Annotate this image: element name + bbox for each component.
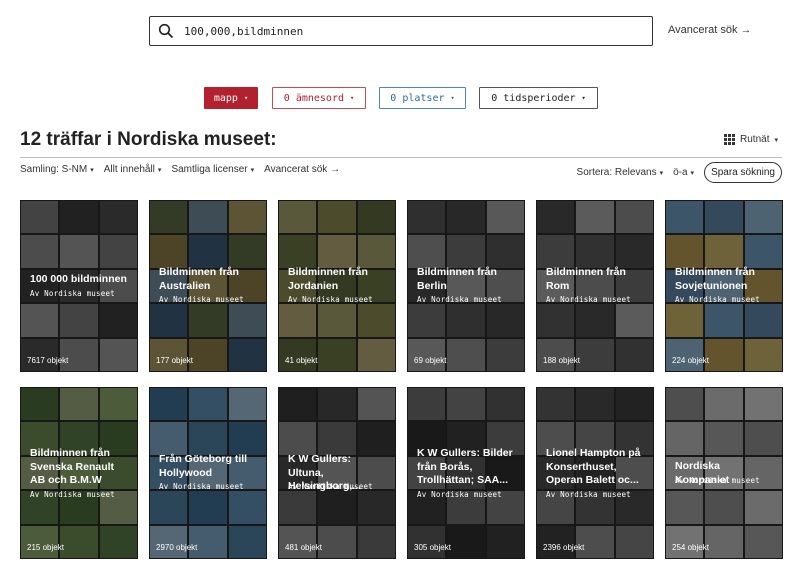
card-title[interactable]: Bildminnen från Sovjetunionen (675, 266, 775, 293)
chevron-down-icon: ▾ (690, 170, 695, 177)
search-box[interactable] (149, 16, 653, 46)
card-title[interactable]: Bildminnen från Jordanien (288, 266, 388, 293)
chevron-down-icon: ▾ (659, 170, 664, 177)
card-author: Av Nordiska museet (159, 482, 244, 492)
card-author: Av Nordiska museet (30, 489, 115, 499)
card-count: 177 objekt (156, 356, 193, 365)
filter-tidsperioder-label: 0 tidsperioder (491, 92, 576, 104)
filter-samling[interactable]: Samling: S-NM ▾ (20, 164, 94, 175)
card-author: Av Nordiska museet (546, 489, 631, 499)
filter-tidsperioder[interactable]: 0 tidsperioder ▾ (479, 87, 598, 109)
advanced-search-link[interactable]: Avancerat sök → (668, 24, 752, 36)
card-author: Av Nordiska museet (30, 288, 115, 298)
card-author: Av Nordiska museet (288, 295, 373, 305)
filter-amnesord[interactable]: 0 ämnesord ▾ (272, 87, 366, 109)
view-toggle[interactable]: Rutnät ▾ (724, 134, 778, 145)
search-icon (158, 23, 174, 39)
collection-card[interactable]: Bildminnen från Rom Av Nordiska museet 188… (536, 200, 654, 372)
card-author: Av Nordiska museet (159, 295, 244, 305)
chevron-down-icon: ▾ (350, 94, 355, 102)
card-count: 41 objekt (285, 356, 318, 365)
chevron-down-icon: ▾ (450, 94, 455, 102)
card-count: 224 objekt (672, 356, 709, 365)
card-title[interactable]: Bildminnen från Svenska Renault AB och B… (30, 447, 130, 488)
card-title[interactable]: Bildminnen från Rom (546, 266, 646, 293)
card-author: Av Nordiska museet (546, 295, 631, 305)
card-count: 215 objekt (27, 543, 64, 552)
filter-mapp[interactable]: mapp ▾ (204, 87, 258, 109)
search-input[interactable] (184, 24, 624, 38)
card-author: Av Nordiska museet (288, 482, 373, 492)
collection-card[interactable]: Lionel Hampton på Konserthuset, Operan B… (536, 387, 654, 559)
advanced-search-link-2[interactable]: Avancerat sök → (264, 164, 340, 175)
card-title[interactable]: Från Göteborg till Hollywood (159, 453, 259, 480)
collection-card[interactable]: K W Gullers: Ultuna, Helsingborg,... Av N… (278, 387, 396, 559)
view-label: Rutnät (740, 134, 770, 145)
card-title[interactable]: Lionel Hampton på Konserthuset, Operan B… (546, 447, 646, 488)
chevron-down-icon: ▾ (157, 167, 162, 174)
collection-card[interactable]: Bildminnen från Australien Av Nordiska mu… (149, 200, 267, 372)
card-count: 69 objekt (414, 356, 447, 365)
card-count: 188 objekt (543, 356, 580, 365)
filter-platser-label: 0 platser (390, 92, 445, 104)
chevron-down-icon: ▾ (250, 167, 255, 174)
collection-card[interactable]: Bildminnen från Berlin Av Nordiska museet… (407, 200, 525, 372)
filter-licenser[interactable]: Samtliga licenser ▾ (171, 164, 254, 175)
filter-amnesord-label: 0 ämnesord (283, 92, 344, 104)
card-title[interactable]: K W Gullers: Bilder från Borås, Trollhät… (417, 447, 517, 488)
card-title[interactable]: 100 000 bildminnen (30, 273, 130, 287)
card-count: 305 objekt (414, 543, 451, 552)
collection-card[interactable]: Från Göteborg till Hollywood Av Nordiska … (149, 387, 267, 559)
card-count: 254 objekt (672, 543, 709, 552)
collection-card[interactable]: 100 000 bildminnen Av Nordiska museet 7617… (20, 200, 138, 372)
chevron-down-icon: ▾ (90, 167, 94, 174)
order-select[interactable]: ö-a ▾ (673, 167, 694, 178)
collection-card[interactable]: Bildminnen från Svenska Renault AB och B… (20, 387, 138, 559)
chevron-down-icon: ▾ (581, 94, 586, 102)
card-title[interactable]: Bildminnen från Australien (159, 266, 259, 293)
filter-innehall[interactable]: Allt innehåll ▾ (104, 164, 162, 175)
results-heading: 12 träffar i Nordiska museet: (20, 129, 277, 150)
chevron-down-icon: ▾ (774, 136, 778, 144)
card-count: 481 objekt (285, 543, 322, 552)
card-author: Av Nordiska museet (417, 295, 502, 305)
card-count: 2396 objekt (543, 543, 585, 552)
divider (20, 157, 782, 158)
card-title[interactable]: Bildminnen från Berlin (417, 266, 517, 293)
card-count: 2970 objekt (156, 543, 198, 552)
collection-card[interactable]: K W Gullers: Bilder från Borås, Trollhät… (407, 387, 525, 559)
collection-card[interactable]: Nordiska Kompaniet Av Nordiska museet 254 … (665, 387, 783, 559)
filter-platser[interactable]: 0 platser ▾ (379, 87, 466, 109)
filter-mapp-label: mapp (213, 92, 238, 104)
card-count: 7617 objekt (27, 356, 69, 365)
card-author: Av Nordiska museet (417, 489, 502, 499)
collection-card[interactable]: Bildminnen från Sovjetunionen Av Nordiska… (665, 200, 783, 372)
card-author: Av Nordiska museet (675, 295, 760, 305)
card-author: Av Nordiska museet (675, 475, 760, 485)
save-search-button[interactable]: Spara sökning (704, 162, 782, 183)
sort-select[interactable]: Sortera: Relevans ▾ (577, 167, 664, 178)
grid-icon (724, 134, 736, 145)
chevron-down-icon: ▾ (243, 94, 249, 102)
collection-card[interactable]: Bildminnen från Jordanien Av Nordiska mus… (278, 200, 396, 372)
